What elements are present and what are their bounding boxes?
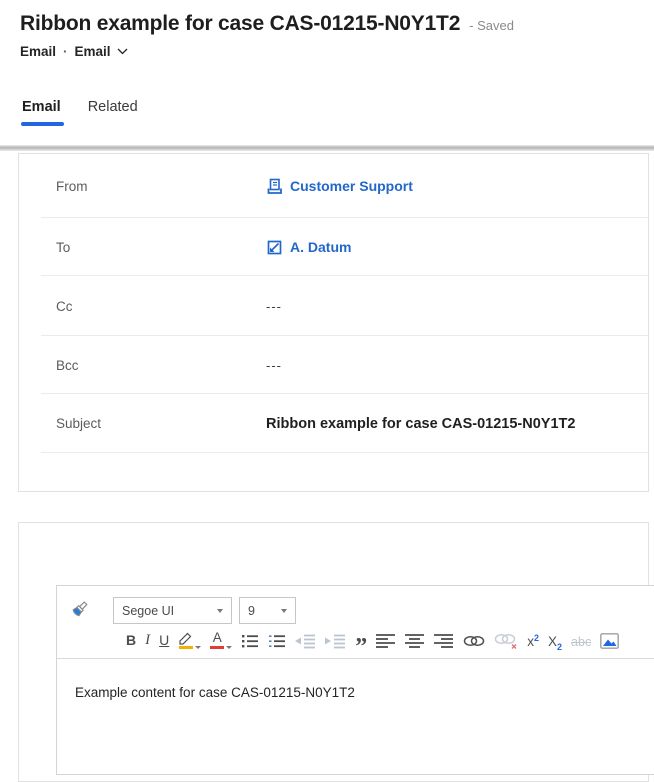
form-selector[interactable]: Email xyxy=(75,44,128,59)
email-body-section: Segoe UI 9 B I U xyxy=(18,522,649,782)
to-party-name: A. Datum xyxy=(290,239,351,255)
editor-toolbar: Segoe UI 9 B I U xyxy=(57,586,654,659)
tab-bar: Email Related xyxy=(22,99,138,124)
account-icon xyxy=(266,239,283,256)
field-label: Cc xyxy=(56,299,266,314)
tab-related[interactable]: Related xyxy=(88,99,138,124)
header-subtitle: Email · Email xyxy=(20,44,128,59)
caret-down-icon xyxy=(195,646,201,649)
section-divider xyxy=(0,145,654,151)
email-header-section: From Customer Support To xyxy=(18,153,649,492)
numbered-list-button[interactable] xyxy=(268,629,286,649)
caret-down-icon xyxy=(217,609,223,613)
format-painter-icon[interactable] xyxy=(67,599,90,622)
italic-button[interactable]: I xyxy=(145,629,150,649)
indent-icon xyxy=(325,633,346,649)
font-name-value: Segoe UI xyxy=(122,604,174,618)
align-right-icon xyxy=(434,633,454,649)
field-label: From xyxy=(56,179,266,194)
insert-image-button[interactable] xyxy=(600,629,619,649)
underline-button[interactable]: U xyxy=(159,629,169,649)
to-party-link[interactable]: A. Datum xyxy=(266,239,351,256)
font-color-button[interactable]: A xyxy=(210,629,232,649)
rich-text-editor: Segoe UI 9 B I U xyxy=(56,585,654,775)
save-status: - Saved xyxy=(469,18,514,33)
queue-icon xyxy=(266,178,283,195)
superscript-exponent: 2 xyxy=(534,633,539,643)
align-right-button[interactable] xyxy=(434,629,454,649)
from-party-name: Customer Support xyxy=(290,178,413,194)
insert-link-button[interactable] xyxy=(463,629,485,649)
bullet-list-button[interactable] xyxy=(241,629,259,649)
highlight-icon xyxy=(178,631,193,645)
highlight-color-button[interactable] xyxy=(178,629,201,649)
link-icon xyxy=(463,633,485,649)
underline-icon: U xyxy=(159,631,169,649)
unlink-icon xyxy=(494,632,518,649)
field-label: Subject xyxy=(56,416,266,431)
subscript-number: 2 xyxy=(557,642,562,652)
field-label: Bcc xyxy=(56,358,266,373)
bullet-list-icon xyxy=(241,633,259,649)
outdent-button[interactable] xyxy=(295,629,316,649)
font-color-icon: A xyxy=(213,631,222,645)
subject-field[interactable]: Ribbon example for case CAS-01215-N0Y1T2 xyxy=(266,416,575,432)
toolbar-row-1: Segoe UI 9 xyxy=(67,597,296,624)
blockquote-button[interactable]: ” xyxy=(355,629,367,649)
numbered-list-icon xyxy=(268,633,286,649)
superscript-button[interactable]: x 2 xyxy=(527,629,539,649)
email-body-text: Example content for case CAS-01215-N0Y1T… xyxy=(75,685,355,700)
strikethrough-icon: abc xyxy=(571,635,591,649)
field-row-to: To A. Datum xyxy=(19,218,648,276)
form-selector-label: Email xyxy=(75,44,111,59)
bcc-field[interactable]: --- xyxy=(266,358,282,373)
field-row-bcc: Bcc --- xyxy=(19,336,648,394)
chevron-down-icon xyxy=(117,48,128,55)
blockquote-icon: ” xyxy=(355,642,367,652)
italic-icon: I xyxy=(145,631,150,649)
field-row-from: From Customer Support xyxy=(19,154,648,218)
toolbar-row-2: B I U xyxy=(126,628,619,649)
align-left-button[interactable] xyxy=(376,629,396,649)
outdent-icon xyxy=(295,633,316,649)
from-field: Customer Support xyxy=(266,178,413,195)
indent-button[interactable] xyxy=(325,629,346,649)
unlink-button[interactable] xyxy=(494,629,518,649)
align-center-icon xyxy=(405,633,425,649)
highlight-color-bar xyxy=(179,646,193,649)
insert-image-icon xyxy=(600,633,619,649)
separator-dot: · xyxy=(63,44,68,59)
subscript-icon: X xyxy=(548,634,557,649)
tab-email-label: Email xyxy=(22,99,61,115)
subscript-button[interactable]: X 2 xyxy=(548,629,562,649)
font-size-dropdown[interactable]: 9 xyxy=(239,597,296,624)
font-color-bar xyxy=(210,646,224,649)
caret-down-icon xyxy=(281,609,287,613)
active-tab-underline xyxy=(21,122,64,126)
font-name-dropdown[interactable]: Segoe UI xyxy=(113,597,232,624)
row-divider xyxy=(41,452,648,453)
superscript-icon: x xyxy=(527,634,534,649)
field-row-cc: Cc --- xyxy=(19,276,648,336)
record-title: Ribbon example for case CAS-01215-N0Y1T2 xyxy=(20,12,460,35)
bold-button[interactable]: B xyxy=(126,629,136,649)
strikethrough-button[interactable]: abc xyxy=(571,629,591,649)
field-label: To xyxy=(56,240,266,255)
tab-related-label: Related xyxy=(88,99,138,115)
caret-down-icon xyxy=(226,646,232,649)
font-size-value: 9 xyxy=(248,604,255,618)
field-row-subject: Subject Ribbon example for case CAS-0121… xyxy=(19,394,648,453)
record-type-label: Email xyxy=(20,44,56,59)
align-left-icon xyxy=(376,633,396,649)
to-field: A. Datum xyxy=(266,239,351,256)
align-center-button[interactable] xyxy=(405,629,425,649)
cc-field[interactable]: --- xyxy=(266,299,282,314)
email-body-editable-area[interactable]: Example content for case CAS-01215-N0Y1T… xyxy=(57,659,654,774)
bold-icon: B xyxy=(126,631,136,649)
tab-email[interactable]: Email xyxy=(22,99,61,124)
from-party-link[interactable]: Customer Support xyxy=(266,178,413,195)
page-title: Ribbon example for case CAS-01215-N0Y1T2… xyxy=(20,12,514,36)
